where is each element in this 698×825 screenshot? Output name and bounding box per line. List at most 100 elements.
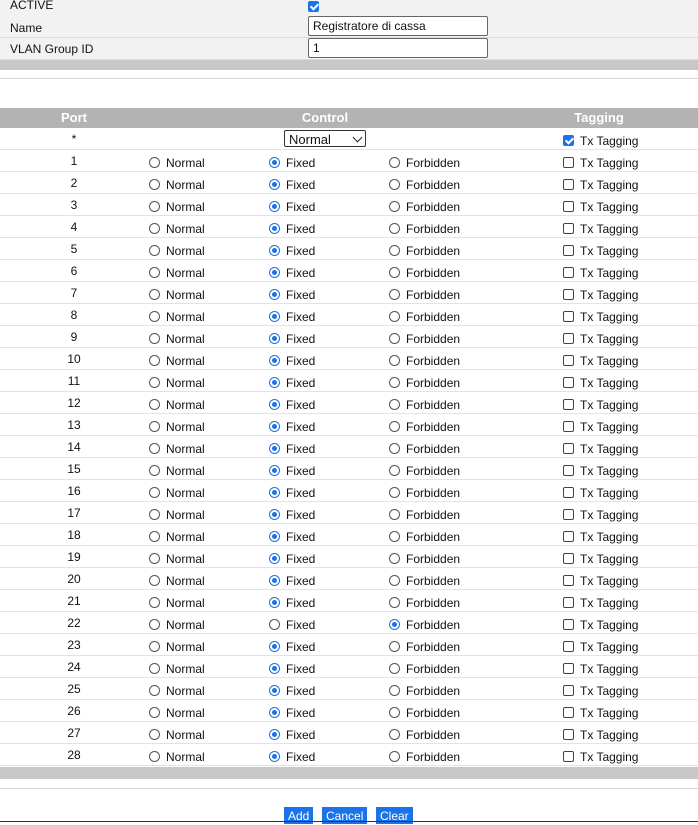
tx-tagging-checkbox[interactable]: Tx Tagging bbox=[563, 639, 638, 654]
control-radio-normal[interactable]: Normal bbox=[149, 331, 205, 346]
control-radio-normal[interactable]: Normal bbox=[149, 353, 205, 368]
name-input[interactable] bbox=[308, 16, 488, 36]
tx-tagging-checkbox[interactable]: Tx Tagging bbox=[563, 155, 638, 170]
control-radio-normal[interactable]: Normal bbox=[149, 375, 205, 390]
control-radio-fixed[interactable]: Fixed bbox=[269, 199, 315, 214]
control-radio-fixed[interactable]: Fixed bbox=[269, 683, 315, 698]
tx-tagging-checkbox[interactable]: Tx Tagging bbox=[563, 507, 638, 522]
control-radio-forbidden[interactable]: Forbidden bbox=[389, 749, 460, 764]
control-radio-forbidden[interactable]: Forbidden bbox=[389, 529, 460, 544]
control-radio-forbidden[interactable]: Forbidden bbox=[389, 441, 460, 456]
control-radio-fixed[interactable]: Fixed bbox=[269, 749, 315, 764]
tx-tagging-checkbox[interactable]: Tx Tagging bbox=[563, 331, 638, 346]
control-radio-fixed[interactable]: Fixed bbox=[269, 639, 315, 654]
tx-tagging-checkbox[interactable]: Tx Tagging bbox=[563, 683, 638, 698]
control-radio-fixed[interactable]: Fixed bbox=[269, 573, 315, 588]
control-radio-forbidden[interactable]: Forbidden bbox=[389, 617, 460, 632]
control-radio-forbidden[interactable]: Forbidden bbox=[389, 155, 460, 170]
tx-tagging-checkbox[interactable]: Tx Tagging bbox=[563, 705, 638, 720]
control-radio-normal[interactable]: Normal bbox=[149, 221, 205, 236]
control-radio-forbidden[interactable]: Forbidden bbox=[389, 243, 460, 258]
control-radio-fixed[interactable]: Fixed bbox=[269, 221, 315, 236]
tx-tagging-checkbox[interactable]: Tx Tagging bbox=[563, 485, 638, 500]
tx-tagging-checkbox[interactable]: Tx Tagging bbox=[563, 661, 638, 676]
tx-tagging-checkbox[interactable]: Tx Tagging bbox=[563, 727, 638, 742]
control-radio-normal[interactable]: Normal bbox=[149, 639, 205, 654]
control-radio-normal[interactable]: Normal bbox=[149, 463, 205, 478]
control-radio-forbidden[interactable]: Forbidden bbox=[389, 573, 460, 588]
tx-tagging-checkbox[interactable]: Tx Tagging bbox=[563, 463, 638, 478]
control-radio-forbidden[interactable]: Forbidden bbox=[389, 375, 460, 390]
control-radio-forbidden[interactable]: Forbidden bbox=[389, 683, 460, 698]
tx-tagging-checkbox[interactable]: Tx Tagging bbox=[563, 199, 638, 214]
control-radio-forbidden[interactable]: Forbidden bbox=[389, 419, 460, 434]
control-radio-fixed[interactable]: Fixed bbox=[269, 661, 315, 676]
control-radio-fixed[interactable]: Fixed bbox=[269, 331, 315, 346]
control-radio-fixed[interactable]: Fixed bbox=[269, 397, 315, 412]
tx-tagging-checkbox[interactable]: Tx Tagging bbox=[563, 573, 638, 588]
control-radio-fixed[interactable]: Fixed bbox=[269, 155, 315, 170]
control-radio-fixed[interactable]: Fixed bbox=[269, 617, 315, 632]
tx-tagging-checkbox[interactable]: Tx Tagging bbox=[563, 265, 638, 280]
control-radio-forbidden[interactable]: Forbidden bbox=[389, 485, 460, 500]
tx-tagging-checkbox[interactable]: Tx Tagging bbox=[563, 243, 638, 258]
control-radio-normal[interactable]: Normal bbox=[149, 705, 205, 720]
tx-tagging-checkbox[interactable]: Tx Tagging bbox=[563, 441, 638, 456]
control-radio-normal[interactable]: Normal bbox=[149, 573, 205, 588]
control-radio-normal[interactable]: Normal bbox=[149, 551, 205, 566]
control-radio-normal[interactable]: Normal bbox=[149, 617, 205, 632]
control-radio-normal[interactable]: Normal bbox=[149, 441, 205, 456]
control-radio-fixed[interactable]: Fixed bbox=[269, 507, 315, 522]
tx-tagging-all[interactable]: Tx Tagging bbox=[563, 133, 638, 148]
control-radio-fixed[interactable]: Fixed bbox=[269, 441, 315, 456]
control-radio-normal[interactable]: Normal bbox=[149, 727, 205, 742]
control-radio-forbidden[interactable]: Forbidden bbox=[389, 287, 460, 302]
control-radio-fixed[interactable]: Fixed bbox=[269, 353, 315, 368]
control-radio-forbidden[interactable]: Forbidden bbox=[389, 595, 460, 610]
tx-tagging-checkbox[interactable]: Tx Tagging bbox=[563, 309, 638, 324]
control-radio-forbidden[interactable]: Forbidden bbox=[389, 463, 460, 478]
control-radio-normal[interactable]: Normal bbox=[149, 397, 205, 412]
control-radio-normal[interactable]: Normal bbox=[149, 749, 205, 764]
active-checkbox[interactable] bbox=[308, 0, 319, 13]
tx-tagging-checkbox[interactable]: Tx Tagging bbox=[563, 551, 638, 566]
control-radio-fixed[interactable]: Fixed bbox=[269, 529, 315, 544]
control-radio-forbidden[interactable]: Forbidden bbox=[389, 551, 460, 566]
control-radio-fixed[interactable]: Fixed bbox=[269, 705, 315, 720]
control-radio-forbidden[interactable]: Forbidden bbox=[389, 331, 460, 346]
control-radio-normal[interactable]: Normal bbox=[149, 419, 205, 434]
control-radio-forbidden[interactable]: Forbidden bbox=[389, 265, 460, 280]
tx-tagging-checkbox[interactable]: Tx Tagging bbox=[563, 375, 638, 390]
control-radio-forbidden[interactable]: Forbidden bbox=[389, 661, 460, 676]
control-radio-fixed[interactable]: Fixed bbox=[269, 265, 315, 280]
tx-tagging-checkbox[interactable]: Tx Tagging bbox=[563, 749, 638, 764]
control-radio-fixed[interactable]: Fixed bbox=[269, 177, 315, 192]
control-radio-forbidden[interactable]: Forbidden bbox=[389, 177, 460, 192]
control-radio-forbidden[interactable]: Forbidden bbox=[389, 507, 460, 522]
control-radio-normal[interactable]: Normal bbox=[149, 287, 205, 302]
control-radio-normal[interactable]: Normal bbox=[149, 243, 205, 258]
control-radio-fixed[interactable]: Fixed bbox=[269, 727, 315, 742]
control-radio-fixed[interactable]: Fixed bbox=[269, 419, 315, 434]
control-radio-fixed[interactable]: Fixed bbox=[269, 287, 315, 302]
control-radio-fixed[interactable]: Fixed bbox=[269, 463, 315, 478]
tx-tagging-checkbox[interactable]: Tx Tagging bbox=[563, 595, 638, 610]
control-radio-forbidden[interactable]: Forbidden bbox=[389, 309, 460, 324]
control-radio-normal[interactable]: Normal bbox=[149, 529, 205, 544]
tx-tagging-checkbox[interactable]: Tx Tagging bbox=[563, 529, 638, 544]
tx-tagging-checkbox[interactable]: Tx Tagging bbox=[563, 397, 638, 412]
control-radio-forbidden[interactable]: Forbidden bbox=[389, 639, 460, 654]
tx-tagging-checkbox[interactable]: Tx Tagging bbox=[563, 617, 638, 632]
control-radio-forbidden[interactable]: Forbidden bbox=[389, 353, 460, 368]
control-radio-normal[interactable]: Normal bbox=[149, 265, 205, 280]
control-radio-forbidden[interactable]: Forbidden bbox=[389, 397, 460, 412]
control-radio-forbidden[interactable]: Forbidden bbox=[389, 221, 460, 236]
control-radio-normal[interactable]: Normal bbox=[149, 595, 205, 610]
control-radio-fixed[interactable]: Fixed bbox=[269, 551, 315, 566]
tx-tagging-checkbox[interactable]: Tx Tagging bbox=[563, 177, 638, 192]
control-radio-normal[interactable]: Normal bbox=[149, 485, 205, 500]
control-radio-normal[interactable]: Normal bbox=[149, 683, 205, 698]
control-radio-fixed[interactable]: Fixed bbox=[269, 485, 315, 500]
tx-tagging-checkbox[interactable]: Tx Tagging bbox=[563, 221, 638, 236]
control-select[interactable]: Normal bbox=[284, 130, 366, 147]
